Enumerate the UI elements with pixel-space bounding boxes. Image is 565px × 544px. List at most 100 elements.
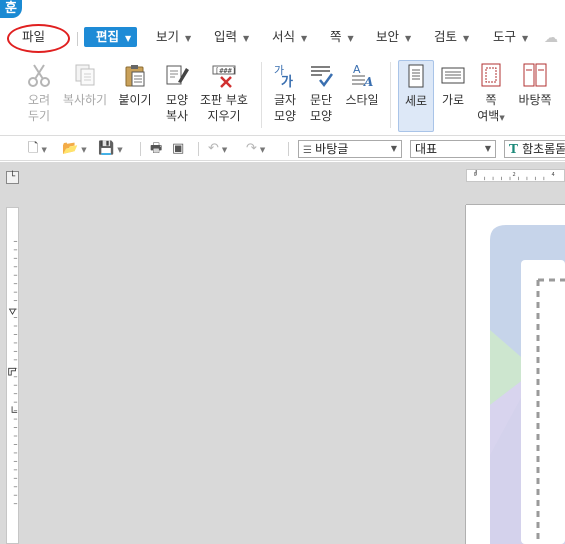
copy-icon bbox=[75, 64, 95, 86]
menu-page[interactable]: 쪽 ▼ bbox=[330, 26, 354, 48]
svg-text:A: A bbox=[363, 75, 373, 88]
chevron-down-icon: ▼ bbox=[347, 34, 354, 43]
redo-button[interactable]: ↷ ▼ bbox=[246, 141, 265, 157]
document-page[interactable] bbox=[466, 205, 565, 544]
copy-button[interactable]: 복사하기 bbox=[62, 60, 108, 132]
char-shape-icon: 가 가 bbox=[274, 64, 293, 88]
page-background-button[interactable]: 바탕쪽 bbox=[514, 60, 556, 132]
font-name-value: 함초롬돋 bbox=[522, 142, 565, 156]
preview-button[interactable]: ▣ bbox=[172, 141, 184, 157]
chevron-down-icon: ▼ bbox=[41, 146, 47, 154]
menu-page-label: 쪽 bbox=[330, 29, 342, 44]
cut-button[interactable]: 오려 두기 bbox=[22, 60, 56, 132]
paste-button[interactable]: 붙이기 bbox=[114, 60, 156, 132]
toolbar-separator bbox=[288, 142, 289, 156]
svg-text:[###]: [###] bbox=[215, 67, 236, 75]
save-button[interactable]: 💾 ▼ bbox=[98, 141, 123, 157]
svg-text:4: 4 bbox=[551, 172, 554, 178]
portrait-label: 세로 bbox=[404, 94, 428, 108]
page-margin-label-line1: 쪽 bbox=[485, 93, 497, 107]
char-shape-label-line2: 모양 bbox=[273, 109, 297, 123]
toolbar-separator bbox=[198, 142, 199, 156]
chevron-down-icon: ▼ bbox=[125, 34, 132, 43]
page-background-design bbox=[490, 225, 565, 544]
font-category-select[interactable]: 대표 ▼ bbox=[410, 140, 496, 158]
style-select[interactable]: ☰ 바탕글 ▼ bbox=[298, 140, 402, 158]
menu-format[interactable]: 서식 ▼ bbox=[272, 26, 307, 48]
print-button[interactable]: 🖶 bbox=[150, 141, 162, 157]
font-name-select[interactable]: T 함초롬돋 bbox=[504, 140, 565, 158]
portrait-button[interactable]: 세로 bbox=[398, 60, 434, 132]
menu-bar: 파일 편집 ▼ 보기 ▼ 입력 ▼ 서식 ▼ 쪽 ▼ 보안 ▼ 검토 ▼ 도구 ▼ ☁ bbox=[0, 18, 565, 56]
menu-tools[interactable]: 도구 ▼ bbox=[493, 26, 528, 48]
ribbon-toolbar: 오려 두기 복사하기 붙이기 모양 복사 [###] 조판 부호 지우기 가 가… bbox=[0, 56, 565, 136]
chevron-down-icon: ▼ bbox=[484, 144, 491, 153]
para-shape-icon bbox=[311, 66, 334, 88]
redo-icon: ↷ bbox=[246, 141, 257, 156]
menu-view-label: 보기 bbox=[156, 29, 180, 44]
open-folder-icon: 📂 bbox=[62, 141, 79, 156]
style-select-value: 바탕글 bbox=[315, 142, 349, 156]
paste-label: 붙이기 bbox=[118, 93, 152, 107]
chevron-down-icon: ▼ bbox=[221, 146, 228, 154]
standard-toolbar: 🗋 ▼ 📂 ▼ 💾 ▼ 🖶 ▣ ↶ ▼ ↷ ▼ ☰ 바탕글 ▼ 대표 ▼ T 함초롬돋 bbox=[0, 137, 565, 161]
page-margin-icon bbox=[481, 63, 501, 87]
svg-text:2: 2 bbox=[513, 172, 516, 178]
para-shape-label-line2: 모양 bbox=[309, 109, 333, 123]
chevron-down-icon: ▼ bbox=[81, 146, 87, 154]
chevron-down-icon: ▼ bbox=[463, 34, 470, 43]
menu-view[interactable]: 보기 ▼ bbox=[156, 26, 191, 48]
style-icon: A A bbox=[352, 63, 373, 88]
menu-insert-label: 입력 bbox=[214, 29, 238, 44]
copy-label: 복사하기 bbox=[62, 93, 108, 107]
paste-icon bbox=[125, 65, 145, 87]
clear-marks-button[interactable]: [###] 조판 부호 지우기 bbox=[198, 60, 250, 132]
chevron-down-icon: ▼ bbox=[185, 34, 192, 43]
svg-text:0: 0 bbox=[474, 172, 477, 178]
char-shape-button[interactable]: 가 가 글자 모양 bbox=[268, 60, 302, 132]
svg-text:A: A bbox=[353, 63, 361, 76]
new-doc-button[interactable]: 🗋 ▼ bbox=[28, 141, 47, 157]
font-category-value: 대표 bbox=[415, 142, 438, 156]
format-copy-label-line1: 모양 bbox=[165, 93, 189, 107]
scissors-icon bbox=[28, 64, 50, 87]
page-background-icon bbox=[523, 63, 547, 87]
page-margin-label-line2: 여백▼ bbox=[477, 109, 505, 123]
menu-review-label: 검토 bbox=[434, 29, 458, 44]
svg-text:가: 가 bbox=[281, 75, 293, 88]
landscape-icon bbox=[441, 67, 465, 84]
cut-label-line1: 오려 bbox=[27, 93, 51, 107]
app-logo[interactable]: 훈 bbox=[0, 0, 22, 18]
new-doc-icon: 🗋 bbox=[28, 141, 39, 156]
landscape-label: 가로 bbox=[441, 93, 465, 107]
menu-edit[interactable]: 편집 ▼ bbox=[84, 27, 138, 47]
menu-format-label: 서식 bbox=[272, 29, 296, 44]
ribbon-separator bbox=[261, 62, 262, 128]
page-margin-button[interactable]: 쪽 여백▼ bbox=[472, 60, 510, 132]
menu-file[interactable]: 파일 bbox=[22, 26, 45, 48]
menu-tools-label: 도구 bbox=[493, 29, 517, 44]
cut-label-line2: 두기 bbox=[27, 109, 51, 123]
menu-security[interactable]: 보안 ▼ bbox=[376, 26, 411, 48]
para-shape-label-line1: 문단 bbox=[309, 93, 333, 107]
chevron-down-icon: ▼ bbox=[243, 34, 250, 43]
undo-button[interactable]: ↶ ▼ bbox=[208, 141, 227, 157]
format-brush-icon bbox=[166, 65, 189, 85]
horizontal-ruler[interactable]: 0 2 4 bbox=[466, 169, 565, 182]
format-copy-button[interactable]: 모양 복사 bbox=[160, 60, 194, 132]
cloud-icon[interactable]: ☁ bbox=[544, 30, 562, 46]
vertical-ruler[interactable] bbox=[6, 207, 19, 544]
chevron-down-icon: ▼ bbox=[301, 34, 308, 43]
para-shape-button[interactable]: 문단 모양 bbox=[304, 60, 338, 132]
clear-marks-label-line1: 조판 부호 bbox=[200, 93, 248, 107]
tab-selector[interactable]: └ bbox=[6, 171, 19, 184]
undo-icon: ↶ bbox=[208, 141, 219, 156]
menu-review[interactable]: 검토 ▼ bbox=[434, 26, 469, 48]
landscape-button[interactable]: 가로 bbox=[436, 60, 470, 132]
style-button[interactable]: A A 스타일 bbox=[342, 60, 382, 132]
menu-insert[interactable]: 입력 ▼ bbox=[214, 26, 249, 48]
style-label: 스타일 bbox=[345, 93, 379, 107]
clear-marks-label-line2: 지우기 bbox=[207, 109, 241, 123]
chevron-down-icon: ▼ bbox=[259, 146, 266, 154]
open-button[interactable]: 📂 ▼ bbox=[62, 141, 87, 157]
